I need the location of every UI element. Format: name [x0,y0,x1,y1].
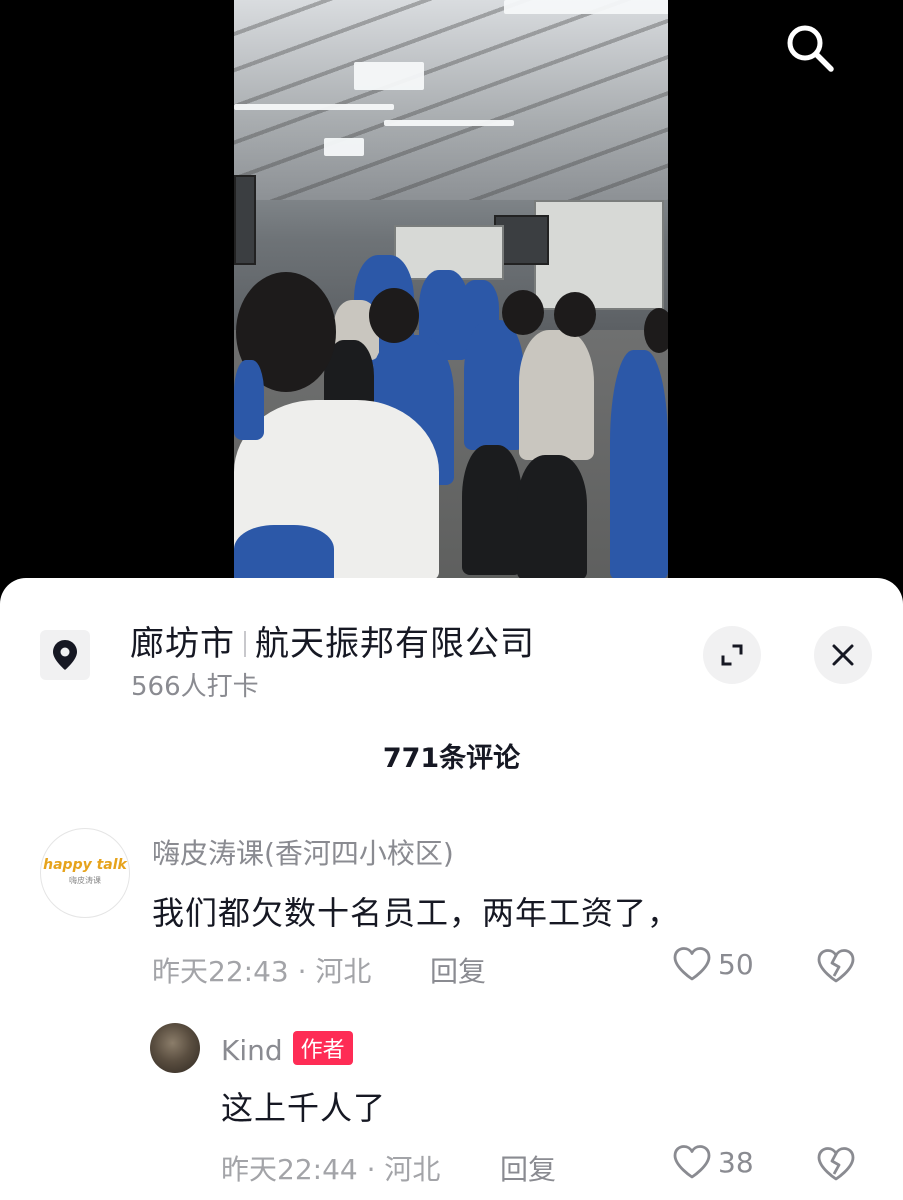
comment-count: 771条评论 [382,743,521,774]
avatar[interactable]: happy talk 嗨皮涛课 [40,828,130,918]
reply-meta: 昨天22:44 · 河北 [221,1153,441,1186]
worker-head [554,292,596,337]
worker [464,320,524,450]
author-badge: 作者 [292,1031,353,1065]
expand-button[interactable] [703,626,761,684]
like-button[interactable]: 50 [672,946,754,982]
worker [234,525,334,585]
worker [234,360,264,440]
broken-heart-icon [817,949,855,983]
heart-outline-icon [673,1145,711,1179]
light-strip [384,120,514,126]
close-button[interactable] [814,626,872,684]
like-count: 50 [718,947,754,981]
worker-head [644,308,668,353]
worker [610,350,668,580]
like-count: 38 [718,1145,754,1179]
factory-ceiling [234,0,668,200]
machine [234,175,256,265]
worker-legs [517,455,587,580]
skylight [324,138,364,156]
location-city: 廊坊市 [130,624,235,664]
avatar[interactable] [150,1023,200,1073]
location-bar[interactable]: 廊坊市 航天振邦有限公司 566人打卡 [0,578,903,702]
reply-item: Kind 作者 这上千人了 昨天22:44 · 河北 回复 38 [0,1023,903,1200]
video-player[interactable] [0,0,903,600]
location-pin-badge [40,630,90,680]
avatar-logo: happy talk 嗨皮涛课 [41,857,129,886]
avatar-logo-text: happy talk [43,857,127,873]
reply-username-row: Kind 作者 [221,1031,353,1067]
machine [534,200,664,310]
title-divider [244,631,246,657]
expand-icon [721,644,743,666]
broken-heart-icon [817,1147,855,1181]
avatar-logo-subtext: 嗨皮涛课 [69,876,101,885]
light-strip [234,104,394,110]
comment-username[interactable]: 嗨皮涛课(香河四小校区) [152,832,454,872]
heart-outline-icon [673,947,711,981]
location-pin-icon [53,640,77,670]
reply-text: 这上千人了 [221,1089,387,1127]
comments-sheet: 廊坊市 航天振邦有限公司 566人打卡 771条评论 happy talk 嗨皮… [0,578,903,1200]
location-title[interactable]: 廊坊市 航天振邦有限公司 [130,616,535,665]
reply-button[interactable]: 回复 [430,950,486,990]
close-icon [832,644,854,666]
worker-head [369,288,419,343]
reply-button[interactable]: 回复 [500,1148,556,1188]
checkin-count: 566人打卡 [131,672,259,702]
search-button[interactable] [780,18,840,78]
worker [519,330,594,460]
skylight [354,62,424,90]
location-name: 航天振邦有限公司 [255,624,535,664]
search-icon [787,25,834,72]
app-screen: 廊坊市 航天振邦有限公司 566人打卡 771条评论 happy talk 嗨皮… [0,0,903,1200]
video-frame[interactable] [234,0,668,600]
dislike-button[interactable] [816,948,856,988]
worker-head [502,290,544,335]
reply-username[interactable]: Kind [221,1034,283,1067]
dislike-button[interactable] [816,1146,856,1186]
comment-meta: 昨天22:43 · 河北 [152,955,372,988]
worker-legs [462,445,522,575]
skylight [504,0,668,14]
comment-text: 我们都欠数十名员工，两年工资了， [152,894,681,932]
comment-item: happy talk 嗨皮涛课 嗨皮涛课(香河四小校区) 我们都欠数十名员工，两… [0,828,903,1028]
like-button[interactable]: 38 [672,1144,754,1180]
